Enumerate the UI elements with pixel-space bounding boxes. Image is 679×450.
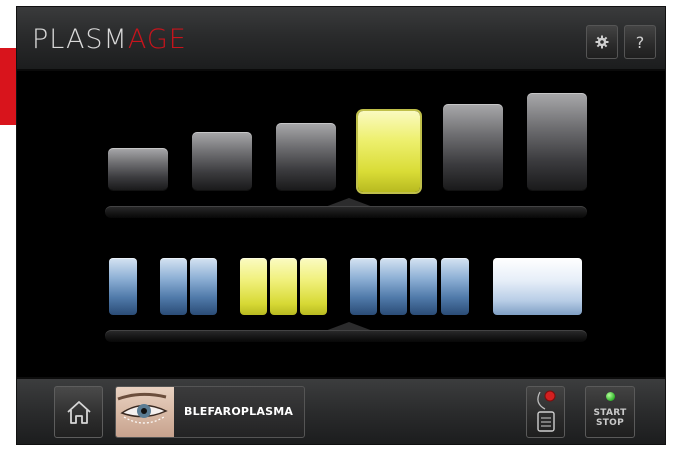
procedure-label: BLEFAROPLASMA <box>184 405 294 418</box>
segment-tile-6-selected[interactable] <box>300 258 327 315</box>
intensity-panel <box>17 71 665 377</box>
segment-tile-2[interactable] <box>160 258 187 315</box>
level-tile-2[interactable] <box>192 132 252 190</box>
segment-tile-8[interactable] <box>380 258 407 315</box>
footer-bar: BLEFAROPLASMA START STOP <box>17 377 665 444</box>
gear-icon <box>595 35 609 49</box>
segment-tile-7[interactable] <box>350 258 377 315</box>
status-led-icon <box>606 392 615 401</box>
eye-icon <box>117 392 168 424</box>
stop-label: STOP <box>595 418 625 428</box>
start-stop-button[interactable]: START STOP <box>585 386 635 438</box>
segment-tile-1[interactable] <box>109 258 137 315</box>
home-button[interactable] <box>54 386 103 438</box>
level-tile-5[interactable] <box>443 104 503 190</box>
logo-text-primary: PLASM <box>32 24 128 55</box>
level-tile-3[interactable] <box>276 123 336 190</box>
device-screen: PLASMAGE ? BLEFAROPLASMA START STOP <box>17 7 665 444</box>
level-tile-1[interactable] <box>108 148 168 190</box>
procedure-button[interactable]: BLEFAROPLASMA <box>115 386 305 438</box>
help-label: ? <box>635 32 645 52</box>
settings-button[interactable] <box>586 25 618 59</box>
footswitch-icon <box>537 390 556 432</box>
segment-tile-4-selected[interactable] <box>240 258 267 315</box>
segment-tile-10[interactable] <box>441 258 469 315</box>
header-bar: PLASMAGE ? <box>17 7 665 71</box>
help-button[interactable]: ? <box>624 25 656 59</box>
start-label: START <box>593 408 627 418</box>
logo-text-accent: AGE <box>127 24 187 55</box>
segment-tile-9[interactable] <box>410 258 437 315</box>
brand-logo: PLASMAGE <box>32 25 187 55</box>
level-tile-4-selected[interactable] <box>358 111 420 192</box>
bottom-slider-rail[interactable] <box>105 330 587 342</box>
footswitch-button[interactable] <box>526 386 565 438</box>
segment-tile-5-selected[interactable] <box>270 258 297 315</box>
level-tile-6[interactable] <box>527 93 587 190</box>
eye-thumbnail <box>116 387 174 437</box>
home-icon <box>66 401 91 424</box>
segment-tile-11-wide[interactable] <box>493 258 582 315</box>
segment-tile-3[interactable] <box>190 258 217 315</box>
top-slider-rail[interactable] <box>105 206 587 218</box>
